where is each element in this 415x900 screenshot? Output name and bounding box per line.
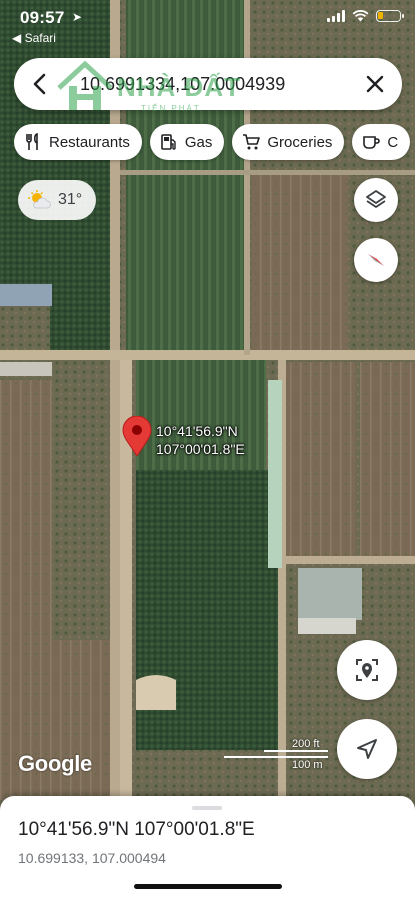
chip-gas[interactable]: Gas <box>149 124 225 160</box>
status-bar: 09:57 ➤ ◀ Safari <box>0 0 415 50</box>
chip-label: Restaurants <box>49 133 130 151</box>
chip-label: Groceries <box>267 133 333 151</box>
compass-icon <box>368 254 384 266</box>
compass-button[interactable] <box>354 238 398 282</box>
close-icon[interactable] <box>362 71 388 97</box>
map-pin-icon[interactable] <box>122 416 152 456</box>
chip-label: C <box>387 133 399 151</box>
chip-restaurants[interactable]: Restaurants <box>14 124 142 160</box>
chip-label: Gas <box>184 133 213 151</box>
chip-groceries[interactable]: Groceries <box>232 124 345 160</box>
place-decimal-coordinates: 10.699133, 107.000494 <box>18 850 166 866</box>
temperature: 31° <box>58 191 83 208</box>
coffee-icon <box>363 136 381 149</box>
location-pin-button[interactable] <box>337 640 397 700</box>
status-icons <box>327 10 404 22</box>
back-arrow-icon[interactable] <box>28 71 54 97</box>
pin-latitude: 10°41'56.9"N <box>156 423 238 439</box>
map-scale: 200 ft 100 m <box>224 738 334 778</box>
chip-coffee[interactable]: C <box>352 124 411 160</box>
sheet-grab-handle[interactable] <box>192 806 222 810</box>
fork-knife-icon <box>26 133 38 150</box>
scale-feet: 200 ft <box>292 738 320 750</box>
layers-icon <box>366 190 386 208</box>
search-bar[interactable]: 10.6991334,107.0004939 <box>14 58 402 110</box>
directions-button[interactable] <box>337 719 397 779</box>
google-logo: Google <box>18 751 92 776</box>
gas-pump-icon <box>161 134 176 150</box>
home-indicator[interactable] <box>134 884 282 889</box>
layers-button[interactable] <box>354 178 398 222</box>
location-services-icon: ➤ <box>72 10 83 24</box>
wifi-icon <box>352 10 369 22</box>
back-to-app-link[interactable]: ◀ Safari <box>12 31 56 45</box>
place-title: 10°41'56.9"N 107°00'01.8"E <box>18 819 255 840</box>
cart-icon <box>243 134 261 150</box>
scale-meters: 100 m <box>292 759 323 771</box>
category-chips: Restaurants Gas Groceries C <box>14 124 411 160</box>
clock: 09:57 <box>20 8 65 27</box>
battery-icon <box>376 10 404 22</box>
pin-coordinates-label: 10°41'56.9"N 107°00'01.8"E <box>156 422 245 458</box>
navigation-arrow-icon <box>357 739 377 759</box>
weather-badge[interactable]: 31° <box>18 180 96 220</box>
pin-longitude: 107°00'01.8"E <box>156 441 245 457</box>
search-input[interactable]: 10.6991334,107.0004939 <box>80 74 285 95</box>
locate-pin-icon <box>356 659 378 681</box>
cellular-signal-icon <box>327 10 345 22</box>
partly-cloudy-icon <box>28 190 51 209</box>
